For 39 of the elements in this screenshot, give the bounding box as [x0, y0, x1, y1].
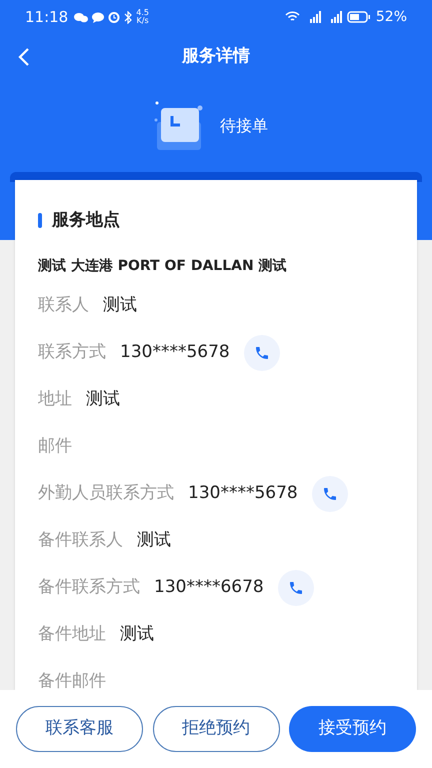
field-value: 测试 [103, 294, 137, 318]
field-value: 130****5678 [188, 482, 298, 506]
field-label: 备件联系人 [38, 529, 123, 552]
action-button[interactable]: 联系客服 [16, 706, 143, 752]
battery-level: 52% [376, 8, 407, 26]
phone-icon [322, 486, 338, 502]
network-speed: 4.5 K/s [136, 9, 149, 25]
order-status: 待接单 [220, 115, 268, 137]
message-icon [92, 12, 104, 22]
field-label: 备件联系方式 [38, 576, 140, 600]
field-label: 地址 [38, 388, 72, 412]
field-label: 外勤人员联系方式 [38, 482, 174, 506]
field-value: 测试 [137, 529, 171, 552]
section-title: 服务地点 [52, 209, 120, 232]
field-value: 测试 [86, 388, 120, 412]
call-button[interactable] [312, 476, 348, 512]
field-value: 130****5678 [120, 341, 230, 364]
field-label: 备件地址 [38, 623, 106, 646]
field-label: 备件邮件 [38, 670, 106, 690]
place-name: 测试 大连港 PORT OF DALLAN 测试 [38, 256, 288, 276]
phone-icon [254, 345, 270, 361]
battery-icon [346, 11, 371, 23]
clock-card-icon [154, 100, 204, 152]
alarm-icon [108, 11, 120, 23]
call-button[interactable] [278, 570, 314, 606]
page-title: 服务详情 [182, 45, 250, 68]
field-value: 130****6678 [154, 576, 264, 600]
bluetooth-icon [124, 10, 132, 24]
chat-icon [74, 12, 88, 22]
call-button[interactable] [244, 335, 280, 371]
action-button[interactable]: 拒绝预约 [152, 706, 280, 752]
wifi-icon [284, 11, 300, 23]
field-label: 联系人 [38, 294, 89, 318]
field-label: 邮件 [38, 435, 72, 458]
field-value: 测试 [120, 623, 154, 646]
status-time: 11:18 [25, 6, 68, 28]
action-button[interactable]: 接受预约 [289, 706, 416, 752]
field-label: 联系方式 [38, 341, 106, 364]
phone-icon [288, 580, 304, 596]
